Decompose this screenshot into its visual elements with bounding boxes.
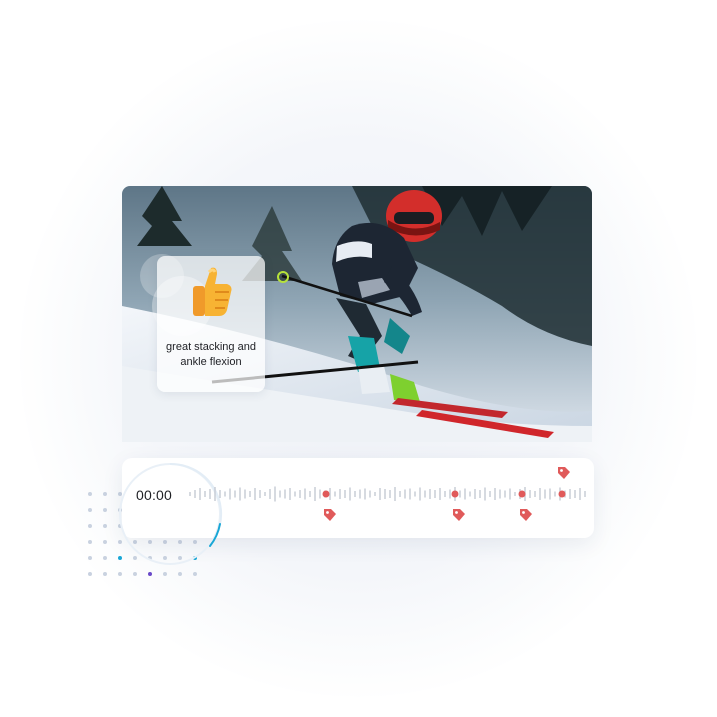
comment-marker-tag-icon[interactable]	[556, 465, 572, 481]
waveform-marker-dot	[518, 490, 526, 498]
grid-dot	[118, 572, 122, 576]
grid-dot	[88, 508, 92, 512]
progress-ring	[119, 462, 223, 565]
grid-dot	[88, 572, 92, 576]
audio-waveform[interactable]	[186, 480, 594, 510]
feedback-card: great stacking and ankle flexion	[157, 256, 265, 392]
comment-marker-tag-icon[interactable]	[322, 507, 338, 523]
grid-dot	[103, 508, 107, 512]
grid-dot	[193, 572, 197, 576]
feedback-text: great stacking and ankle flexion	[166, 341, 256, 368]
grid-dot	[103, 492, 107, 496]
playback-time: 00:00	[136, 487, 173, 503]
grid-dot	[103, 556, 107, 560]
grid-dot	[163, 572, 167, 576]
grid-dot	[88, 524, 92, 528]
grid-dot	[103, 524, 107, 528]
grid-dot	[88, 540, 92, 544]
comment-marker-tag-icon[interactable]	[518, 507, 534, 523]
grid-dot	[148, 572, 152, 576]
waveform-marker-dot	[322, 490, 330, 498]
waveform-marker-dot	[558, 490, 566, 498]
thumbs-up-icon	[193, 267, 232, 316]
grid-dot	[103, 540, 107, 544]
grid-dot	[103, 572, 107, 576]
grid-dot	[88, 556, 92, 560]
grid-dot	[133, 572, 137, 576]
comment-marker-tag-icon[interactable]	[451, 507, 467, 523]
grid-dot	[178, 572, 182, 576]
grid-dot	[88, 492, 92, 496]
waveform-marker-dot	[451, 490, 459, 498]
